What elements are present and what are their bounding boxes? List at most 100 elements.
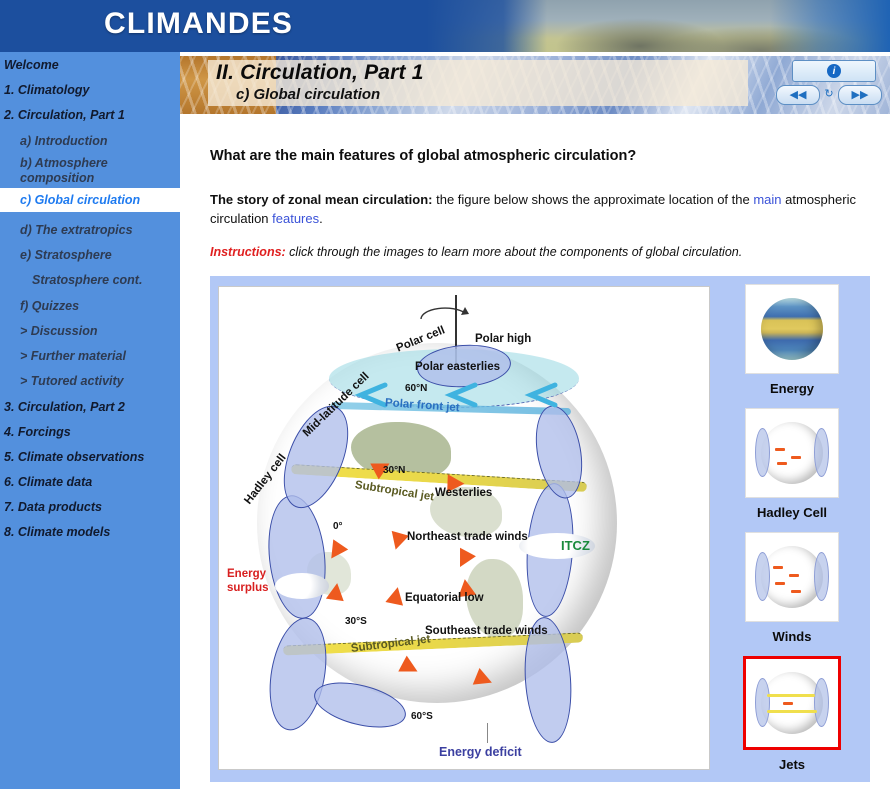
sidebar-item-label: d) The extratropics — [20, 223, 133, 237]
sidebar-item-a-introduction[interactable]: a) Introduction — [0, 134, 180, 148]
sidebar-item-welcome[interactable]: Welcome — [0, 58, 180, 72]
intro-paragraph: The story of zonal mean circulation: the… — [210, 190, 870, 228]
figure-panel: 60°N 30°N 0° 30°S 60°S Polar high Polar … — [210, 276, 870, 782]
paragraph-text-3: . — [319, 211, 323, 226]
sidebar-item-e-stratosphere[interactable]: e) Stratosphere — [0, 248, 180, 262]
thumbnail-energy[interactable]: Energy — [722, 284, 862, 396]
globe-illustration: 60°N 30°N 0° 30°S 60°S Polar high Polar … — [219, 287, 709, 769]
sidebar-item-d-the-extratropics[interactable]: d) The extratropics — [0, 223, 180, 237]
mini-globe-icon — [761, 298, 823, 360]
link-main[interactable]: main — [753, 192, 781, 207]
info-button[interactable]: i — [792, 60, 876, 82]
page-title: What are the main features of global atm… — [210, 148, 637, 164]
thumbnail-jets[interactable]: Jets — [722, 656, 862, 772]
sidebar-item-further-material[interactable]: > Further material — [0, 349, 180, 363]
reload-button[interactable]: ↻ — [820, 85, 838, 103]
paragraph-lead: The story of zonal mean circulation: — [210, 192, 433, 207]
thumbnail-image-energy[interactable] — [745, 284, 839, 374]
previous-button[interactable]: ◀◀ — [776, 85, 820, 105]
sidebar-item-label: 6. Climate data — [4, 475, 93, 489]
sidebar-item-label: b) Atmosphere — [20, 156, 108, 170]
sidebar-item-label: 7. Data products — [4, 500, 102, 514]
rotation-arrow-icon — [420, 307, 469, 320]
sidebar-item-8-climate-models[interactable]: 8. Climate models — [0, 525, 180, 539]
sidebar-item-5-climate-observations[interactable]: 5. Climate observations — [0, 450, 180, 464]
info-icon: i — [827, 64, 841, 78]
thumbnail-hadley-cell[interactable]: Hadley Cell — [722, 408, 862, 520]
sidebar-item-label: c) Global circulation — [20, 193, 141, 207]
thumbnail-image-hadley-cell[interactable] — [745, 408, 839, 498]
mini-globe-icon — [755, 672, 829, 734]
sidebar-item-label: 2. Circulation, Part 1 — [4, 108, 125, 122]
sidebar-item-1-climatology[interactable]: 1. Climatology — [0, 83, 180, 97]
next-button[interactable]: ▶▶ — [838, 85, 882, 105]
label-lat-30n: 30°N — [383, 465, 406, 476]
sidebar-item-label: > Tutored activity — [20, 374, 124, 388]
sidebar-item-f-quizzes[interactable]: f) Quizzes — [0, 299, 180, 313]
sidebar-item-label: 4. Forcings — [4, 425, 71, 439]
thumbnail-label: Winds — [772, 629, 812, 644]
next-icon: ▶▶ — [851, 88, 869, 101]
banner-blue-right-overlay — [770, 0, 890, 52]
label-lat-30s: 30°S — [345, 616, 367, 627]
sidebar-item-tutored-activity[interactable]: > Tutored activity — [0, 374, 180, 388]
sidebar-item-label: a) Introduction — [20, 134, 108, 148]
thumbnail-label: Energy — [769, 381, 815, 396]
instructions-line: Instructions: click through the images t… — [210, 245, 870, 259]
sidebar-item-label: > Discussion — [20, 324, 98, 338]
sidebar-item-7-data-products[interactable]: 7. Data products — [0, 500, 180, 514]
section-title-bar: II. Circulation, Part 1 c) Global circul… — [180, 56, 890, 114]
section-subtitle: c) Global circulation — [236, 86, 381, 103]
mini-globe-icon — [755, 546, 829, 608]
energy-deficit-leader-line — [487, 723, 489, 743]
section-title: II. Circulation, Part 1 — [216, 61, 424, 84]
sidebar-item-b-atmosphere[interactable]: b) Atmosphere — [0, 156, 180, 170]
sidebar-item-3-circulation-part-2[interactable]: 3. Circulation, Part 2 — [0, 400, 180, 414]
sidebar-item-label: > Further material — [20, 349, 126, 363]
paragraph-text-1: the figure below shows the approximate l… — [432, 192, 754, 207]
sidebar-item-label: composition — [20, 171, 95, 185]
previous-icon: ◀◀ — [789, 88, 807, 101]
label-westerlies: Westerlies — [435, 487, 493, 499]
thumbnail-image-winds[interactable] — [745, 532, 839, 622]
instructions-keyword: Instructions: — [210, 245, 286, 259]
sidebar-item-label: Welcome — [4, 58, 59, 72]
thumbnail-label: Hadley Cell — [756, 505, 828, 520]
label-polar-high: Polar high — [475, 333, 532, 345]
sidebar-item-c-global-circulation[interactable]: c) Global circulation — [0, 188, 180, 212]
sidebar-item-discussion[interactable]: > Discussion — [0, 324, 180, 338]
sidebar-item-composition[interactable]: composition — [0, 171, 180, 185]
wind-arrow-7 — [385, 585, 407, 606]
site-banner: CLIMANDES — [0, 0, 890, 52]
cloud-energy-surplus — [275, 573, 329, 599]
main-content: What are the main features of global atm… — [180, 114, 890, 789]
main-figure[interactable]: 60°N 30°N 0° 30°S 60°S Polar high Polar … — [218, 286, 710, 770]
label-equatorial-low: Equatorial low — [405, 592, 484, 604]
navigation-button-cluster: i ◀◀ ↻ ▶▶ — [774, 59, 884, 111]
link-features[interactable]: features — [272, 211, 319, 226]
sidebar-item-label: 5. Climate observations — [4, 450, 145, 464]
thumbnail-winds[interactable]: Winds — [722, 532, 862, 644]
label-lat-60n: 60°N — [405, 383, 428, 394]
thumbnail-list: Energy Hadley Cell Winds Jets — [722, 284, 862, 776]
reload-icon: ↻ — [824, 87, 834, 100]
label-se-trade-winds: Southeast trade winds — [425, 625, 548, 637]
label-ne-trade-winds: Northeast trade winds — [407, 531, 528, 543]
label-energy-surplus: Energy surplus — [227, 568, 269, 594]
thumbnail-image-jets[interactable] — [743, 656, 841, 750]
sidebar-item-2-circulation-part-1[interactable]: 2. Circulation, Part 1 — [0, 108, 180, 122]
sidebar-item-label: Stratosphere cont. — [32, 273, 143, 287]
sidebar-item-4-forcings[interactable]: 4. Forcings — [0, 425, 180, 439]
label-polar-easterlies: Polar easterlies — [415, 361, 501, 373]
mini-globe-icon — [755, 422, 829, 484]
label-energy-deficit: Energy deficit — [439, 745, 522, 759]
sidebar-item-stratosphere-cont[interactable]: Stratosphere cont. — [0, 273, 180, 287]
sidebar-item-label: e) Stratosphere — [20, 248, 112, 262]
sidebar-item-6-climate-data[interactable]: 6. Climate data — [0, 475, 180, 489]
label-itcz: ITCZ — [561, 538, 590, 553]
thumbnail-label: Jets — [778, 757, 806, 772]
label-lat-60s: 60°S — [411, 711, 433, 722]
sidebar-item-label: f) Quizzes — [20, 299, 80, 313]
sidebar-navigation: Welcome 1. Climatology 2. Circulation, Par… — [0, 52, 180, 789]
sidebar-item-label: 1. Climatology — [4, 83, 90, 97]
